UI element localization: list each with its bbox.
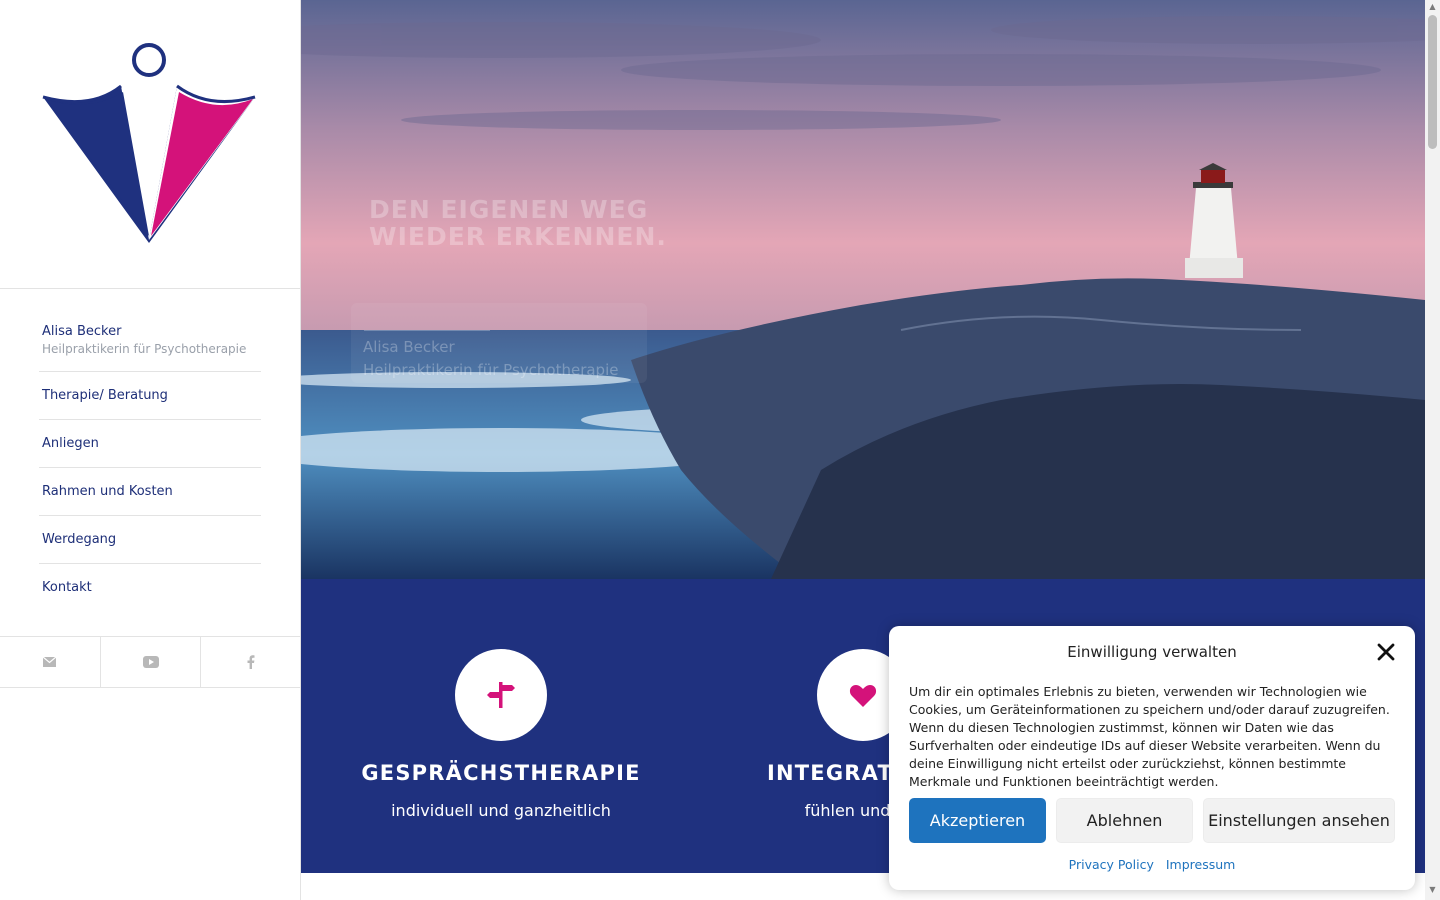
lighthouse-image <box>301 0 1425 579</box>
scrollbar-thumb[interactable] <box>1428 15 1437 149</box>
scroll-down-arrow-icon[interactable]: ▼ <box>1428 886 1437 894</box>
hero-headline-line1: DEN EIGENEN WEG <box>369 195 649 224</box>
youtube-icon[interactable] <box>101 637 202 687</box>
consent-dialog: Einwilligung verwalten Um dir ein optima… <box>889 626 1415 890</box>
hero-name: Alisa Becker <box>363 338 455 356</box>
social-links <box>0 636 301 688</box>
nav-item-werdegang[interactable]: Werdegang <box>39 516 261 564</box>
nav-item-rahmen-und-kosten[interactable]: Rahmen und Kosten <box>39 468 261 516</box>
scroll-up-arrow-icon[interactable]: ▲ <box>1428 3 1437 11</box>
nav-item-therapie-beratung[interactable]: Therapie/ Beratung <box>39 372 261 420</box>
mail-icon[interactable] <box>0 637 101 687</box>
nav-item-anliegen[interactable]: Anliegen <box>39 420 261 468</box>
signpost-icon <box>487 682 515 708</box>
nav-item-sublabel: Heilpraktikerin für Psychotherapie <box>42 342 247 356</box>
view-settings-button[interactable]: Einstellungen ansehen <box>1203 798 1395 843</box>
consent-text: Um dir ein optimales Erlebnis zu bieten,… <box>909 684 1390 789</box>
main-nav: Alisa Becker Heilpraktikerin für Psychot… <box>0 289 300 612</box>
page: Alisa Becker Heilpraktikerin für Psychot… <box>0 0 1440 900</box>
hero-headline-line2: WIEDER ERKENNEN. <box>369 222 667 251</box>
sidebar: Alisa Becker Heilpraktikerin für Psychot… <box>0 0 301 900</box>
nav-item-kontakt[interactable]: Kontakt <box>39 564 261 612</box>
consent-title: Einwilligung verwalten <box>1067 643 1237 661</box>
logo[interactable] <box>0 0 300 289</box>
hero-banner: DEN EIGENEN WEG WIEDER ERKENNEN. Alisa B… <box>301 0 1425 579</box>
close-icon[interactable] <box>1376 642 1396 662</box>
nav-item-alisa-becker[interactable]: Alisa Becker Heilpraktikerin für Psychot… <box>39 289 261 372</box>
feature-title: GESPRÄCHSTHERAPIE <box>361 761 641 785</box>
accept-button[interactable]: Akzeptieren <box>909 798 1046 843</box>
hero-headline: DEN EIGENEN WEG WIEDER ERKENNEN. <box>369 196 667 250</box>
heart-icon <box>849 685 877 707</box>
deny-button[interactable]: Ablehnen <box>1056 798 1193 843</box>
hero-divider <box>364 330 490 331</box>
nav-item-label: Alisa Becker <box>42 324 122 339</box>
scrollbar[interactable]: ▲ ▼ <box>1425 0 1440 900</box>
feature-subtitle: individuell und ganzheitlich <box>391 801 611 820</box>
facebook-icon[interactable] <box>201 637 301 687</box>
feature-gespraechstherapie[interactable]: GESPRÄCHSTHERAPIE individuell und ganzhe… <box>326 649 676 820</box>
impressum-link[interactable]: Impressum <box>1166 857 1235 872</box>
privacy-policy-link[interactable]: Privacy Policy <box>1069 857 1154 872</box>
hero-subtitle: Heilpraktikerin für Psychotherapie <box>363 361 619 379</box>
logo-figure-icon <box>42 43 256 243</box>
feature-icon-circle <box>455 649 547 741</box>
consent-links: Privacy Policy Impressum <box>889 857 1415 872</box>
